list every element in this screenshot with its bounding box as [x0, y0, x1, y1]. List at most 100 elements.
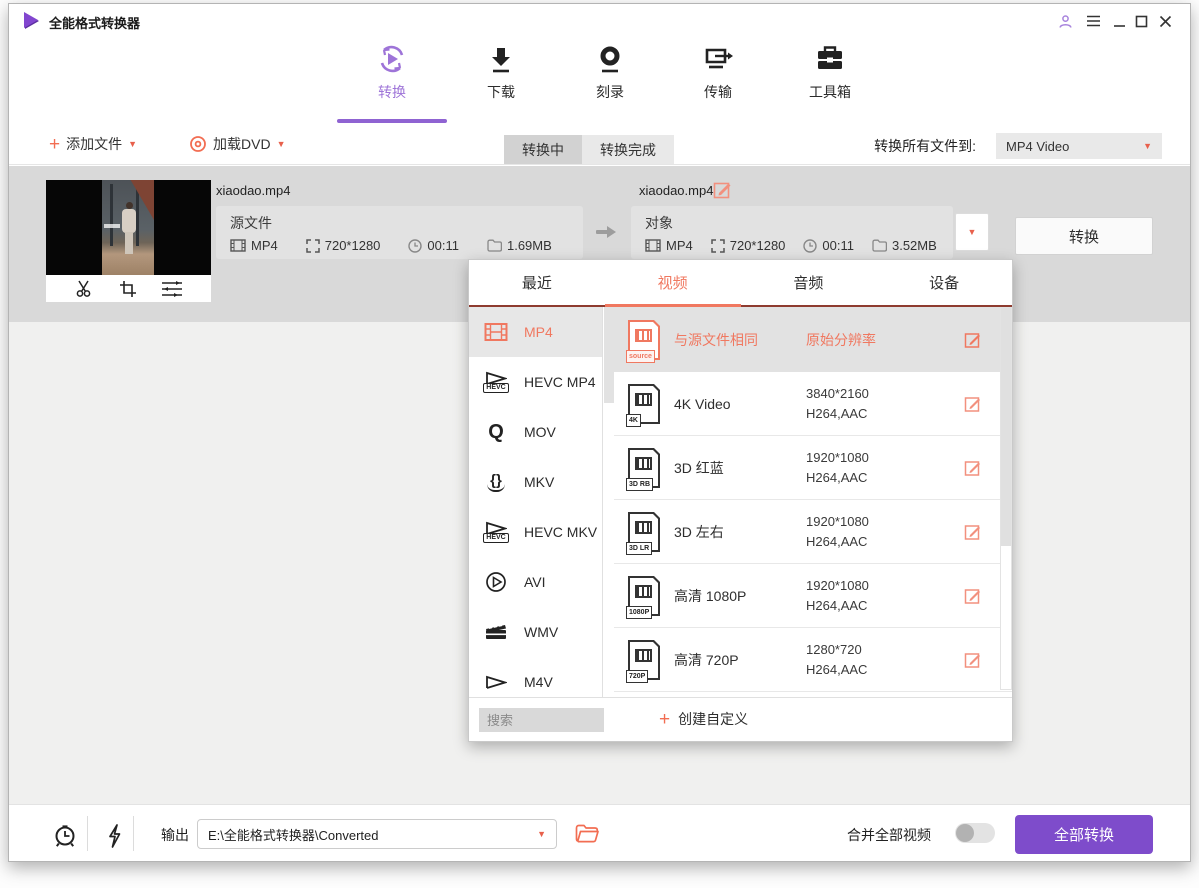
preset-resolution: 原始分辨率 — [806, 330, 936, 350]
maximize-icon[interactable] — [1132, 12, 1150, 30]
output-file-name: xiaodao.mp4 — [639, 183, 713, 198]
source-info-panel: 源文件 MP4 720*1280 00:11 1.69MB — [216, 206, 583, 259]
load-dvd-label: 加载DVD — [213, 134, 271, 154]
preset-name: 3D 左右 — [674, 522, 806, 542]
film-icon — [230, 239, 246, 252]
video-frame-art — [102, 180, 154, 275]
format-list-scrollbar[interactable] — [602, 307, 614, 697]
desktop: 全能格式转换器 — [0, 0, 1199, 888]
minimize-icon[interactable] — [1110, 12, 1128, 30]
source-panel-title: 源文件 — [230, 213, 569, 233]
format-item-label: MKV — [524, 474, 554, 490]
tab-device[interactable]: 设备 — [876, 260, 1012, 305]
caret-down-icon: ▼ — [277, 140, 286, 149]
tab-transfer[interactable]: 传输 — [676, 42, 760, 102]
burn-tab-icon — [568, 42, 652, 78]
clapperboard-icon — [481, 622, 511, 642]
format-item-label: WMV — [524, 624, 558, 640]
create-custom-label: 创建自定义 — [678, 709, 748, 729]
tab-video[interactable]: 视频 — [605, 260, 741, 305]
target-format-dropdown-button[interactable]: ▼ — [955, 213, 989, 251]
document-preset-icon: 4K — [628, 384, 660, 424]
target-info-panel: 对象 MP4 720*1280 00:11 3.52MB — [631, 206, 953, 259]
preset-list: source 与源文件相同 原始分辨率 4K 4K Video 3840*216… — [614, 307, 1012, 697]
tab-converting[interactable]: 转换中 — [504, 135, 582, 164]
tab-burn[interactable]: 刻录 — [568, 42, 652, 102]
scrollbar-thumb[interactable] — [604, 307, 614, 403]
tab-finished[interactable]: 转换完成 — [582, 135, 674, 164]
app-title: 全能格式转换器 — [49, 13, 140, 32]
edit-output-name-icon[interactable] — [713, 180, 732, 199]
menu-icon[interactable] — [1084, 12, 1102, 30]
video-frame-preview — [46, 180, 211, 275]
preset-list-scrollbar[interactable] — [1000, 307, 1012, 690]
search-input[interactable] — [479, 708, 604, 732]
format-item-wmv[interactable]: WMV — [469, 607, 602, 657]
resolution-icon — [711, 239, 725, 253]
mp4-film-icon — [481, 322, 511, 342]
preset-4k-video[interactable]: 4K 4K Video 3840*2160H264,AAC — [614, 372, 1012, 436]
tab-toolbox[interactable]: 工具箱 — [788, 42, 872, 102]
edit-icon[interactable] — [964, 587, 982, 605]
file-size-icon — [487, 239, 502, 252]
convert-all-button[interactable]: 全部转换 — [1015, 815, 1153, 854]
preset-same-as-source[interactable]: source 与源文件相同 原始分辨率 — [614, 307, 1012, 372]
preset-hd-1080p[interactable]: 1080P 高清 1080P 1920*1080H264,AAC — [614, 564, 1012, 628]
open-folder-icon[interactable] — [575, 824, 599, 843]
preset-3d-leftright[interactable]: 3D LR 3D 左右 1920*1080H264,AAC — [614, 500, 1012, 564]
tab-audio[interactable]: 音频 — [741, 260, 877, 305]
output-path-select[interactable]: E:\全能格式转换器\Converted ▼ — [197, 819, 557, 849]
row-convert-button[interactable]: 转换 — [1015, 217, 1153, 255]
scissors-icon[interactable] — [75, 280, 95, 298]
tab-download[interactable]: 下载 — [459, 42, 543, 102]
lightning-icon[interactable] — [106, 823, 122, 849]
account-icon[interactable] — [1056, 12, 1074, 30]
add-files-button[interactable]: + 添加文件 ▼ — [49, 123, 137, 165]
format-item-label: AVI — [524, 574, 546, 590]
scrollbar-thumb[interactable] — [1001, 308, 1011, 546]
crop-icon[interactable] — [119, 280, 137, 298]
format-item-label: HEVC MP4 — [524, 374, 596, 390]
preset-resolution: 1280*720 — [806, 642, 862, 657]
edit-icon[interactable] — [964, 395, 982, 413]
preset-codec: H264,AAC — [806, 598, 867, 613]
tab-recent[interactable]: 最近 — [469, 260, 605, 305]
adjust-icon[interactable] — [161, 280, 183, 298]
merge-videos-toggle[interactable] — [955, 823, 995, 843]
preset-3d-redblue[interactable]: 3D RB 3D 红蓝 1920*1080H264,AAC — [614, 436, 1012, 500]
source-size: 1.69MB — [507, 238, 552, 253]
load-dvd-button[interactable]: 加载DVD ▼ — [189, 123, 285, 165]
caret-down-icon: ▼ — [968, 228, 977, 237]
avi-play-icon — [481, 571, 511, 593]
resolution-icon — [306, 239, 320, 253]
caret-down-icon: ▼ — [537, 830, 546, 839]
format-item-label: MOV — [524, 424, 556, 440]
output-path-value: E:\全能格式转换器\Converted — [208, 825, 379, 844]
format-item-hevc-mp4[interactable]: HEVC HEVC MP4 — [469, 357, 602, 407]
quicktime-icon: Q — [481, 422, 511, 442]
edit-icon[interactable] — [964, 651, 982, 669]
target-resolution: 720*1280 — [730, 238, 786, 253]
toolbar: + 添加文件 ▼ 加载DVD ▼ 转换中 转换完成 转换所有文件到: MP4 V… — [9, 123, 1190, 165]
target-format-select[interactable]: MP4 Video ▼ — [996, 133, 1162, 159]
format-item-avi[interactable]: AVI — [469, 557, 602, 607]
tab-convert[interactable]: 转换 — [350, 42, 434, 102]
format-item-mkv[interactable]: {} MKV — [469, 457, 602, 507]
format-item-hevc-mkv[interactable]: HEVC HEVC MKV — [469, 507, 602, 557]
create-custom-button[interactable]: + 创建自定义 — [659, 709, 748, 729]
edit-icon[interactable] — [964, 459, 982, 477]
format-item-mp4[interactable]: MP4 — [469, 307, 602, 357]
video-thumbnail — [46, 180, 211, 302]
convert-all-to-label: 转换所有文件到: — [874, 136, 976, 156]
edit-icon[interactable] — [964, 331, 982, 349]
preset-hd-720p[interactable]: 720P 高清 720P 1280*720H264,AAC — [614, 628, 1012, 692]
source-resolution: 720*1280 — [325, 238, 381, 253]
format-item-mov[interactable]: Q MOV — [469, 407, 602, 457]
add-icon: + — [659, 710, 670, 729]
transfer-tab-icon — [676, 42, 760, 78]
edit-icon[interactable] — [964, 523, 982, 541]
format-item-label: HEVC MKV — [524, 524, 597, 540]
format-item-m4v[interactable]: M4V — [469, 657, 602, 697]
close-icon[interactable] — [1156, 12, 1174, 30]
alarm-icon[interactable] — [52, 823, 78, 849]
